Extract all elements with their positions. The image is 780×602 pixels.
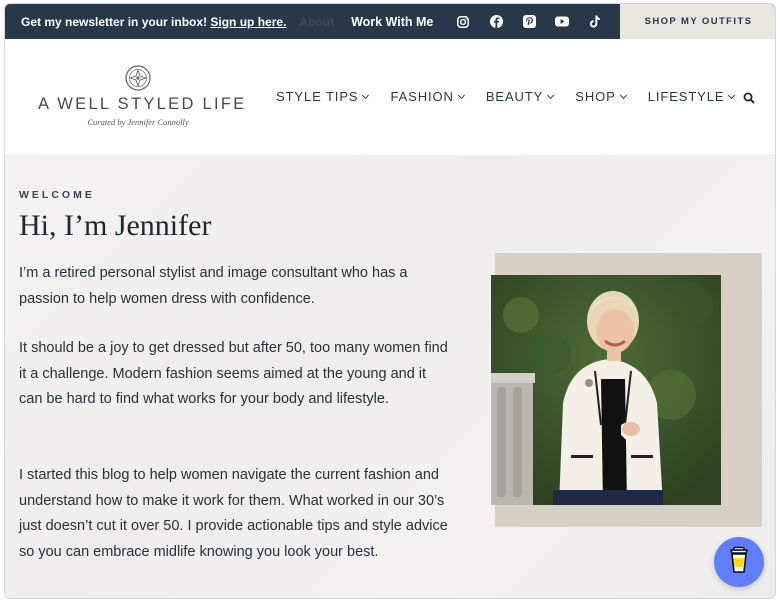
newsletter-text: Get my newsletter in your inbox! — [21, 14, 208, 29]
chevron-down-icon — [457, 91, 465, 99]
nav-label: FASHION — [390, 89, 454, 104]
buy-me-a-coffee-button[interactable] — [714, 537, 764, 587]
intro-paragraph-3: I started this blog to help women naviga… — [19, 467, 448, 560]
about-link[interactable]: About — [299, 15, 334, 29]
social-links — [455, 14, 603, 30]
work-with-me-link[interactable]: Work With Me — [351, 15, 433, 29]
chevron-down-icon — [547, 91, 555, 99]
shop-my-outfits-button[interactable]: SHOP MY OUTFITS — [620, 4, 775, 39]
jennifer-photo — [491, 275, 721, 505]
youtube-icon[interactable] — [554, 14, 570, 30]
intro-paragraph-2: It should be a joy to get dressed but af… — [19, 340, 448, 407]
nav-label: BEAUTY — [485, 89, 544, 104]
nav-item-shop[interactable]: SHOP — [575, 89, 627, 104]
site-logo[interactable]: A WELL STYLED LIFE Curated by Jennifer C… — [38, 65, 247, 127]
welcome-heading: Hi, I’m Jennifer — [19, 209, 212, 242]
chevron-down-icon — [619, 91, 627, 99]
nav-label: SHOP — [575, 89, 616, 104]
nav-label: LIFESTYLE — [647, 89, 725, 104]
nav-item-beauty[interactable]: BEAUTY — [485, 89, 555, 104]
newsletter-promo: Get my newsletter in your inbox! Sign up… — [21, 15, 286, 29]
browser-page: Get my newsletter in your inbox! Sign up… — [4, 3, 776, 599]
chevron-down-icon — [728, 91, 736, 99]
instagram-icon[interactable] — [455, 14, 471, 30]
nav-item-lifestyle[interactable]: LIFESTYLE — [647, 89, 736, 104]
nav-item-fashion[interactable]: FASHION — [390, 89, 465, 104]
logo-tagline: Curated by Jennifer Connolly — [87, 117, 189, 127]
tiktok-icon[interactable] — [587, 14, 603, 30]
chevron-down-icon — [362, 91, 370, 99]
newsletter-signup-link[interactable]: Sign up here. — [210, 15, 286, 29]
facebook-icon[interactable] — [488, 14, 504, 30]
nav-item-style-tips[interactable]: STYLE TIPS — [276, 89, 370, 104]
logo-title: A WELL STYLED LIFE — [38, 95, 247, 113]
main-nav: STYLE TIPS FASHION BEAUTY SHOP LIFESTYLE — [276, 89, 756, 104]
site-header: A WELL STYLED LIFE Curated by Jennifer C… — [5, 39, 775, 156]
top-bar: Get my newsletter in your inbox! Sign up… — [5, 4, 775, 39]
intro-paragraph-1: I’m a retired personal stylist and image… — [19, 265, 408, 307]
search-icon[interactable] — [743, 91, 755, 104]
welcome-eyebrow: WELCOME — [19, 189, 95, 201]
pinterest-icon[interactable] — [521, 14, 537, 30]
coffee-cup-icon — [728, 546, 750, 579]
logo-emblem-icon — [125, 65, 151, 91]
nav-label: STYLE TIPS — [276, 89, 359, 104]
welcome-section: WELCOME Hi, I’m Jennifer I’m a retired p… — [5, 157, 775, 598]
